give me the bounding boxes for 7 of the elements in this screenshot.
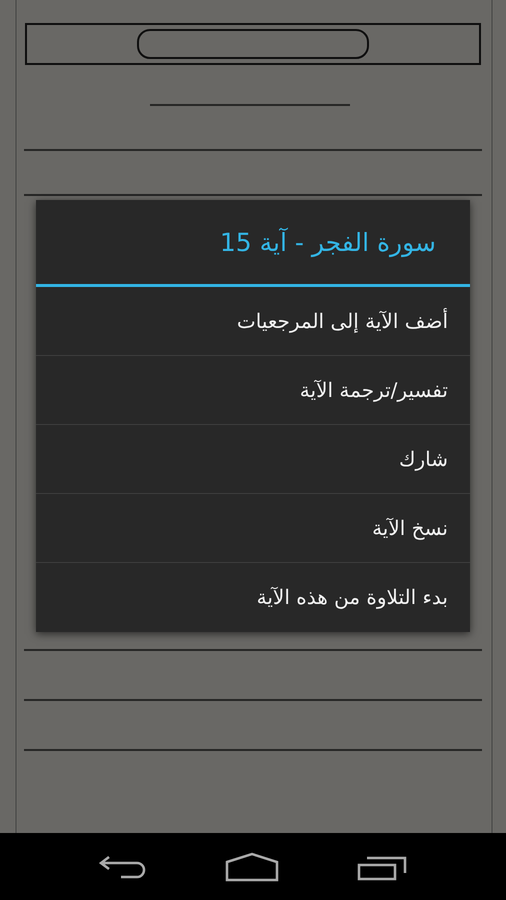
menu-item[interactable]: تفسير/ترجمة الآية xyxy=(36,356,470,424)
menu-item[interactable]: نسخ الآية xyxy=(36,494,470,562)
dialog-title: سورة الفجر - آية 15 xyxy=(36,200,470,286)
menu-item[interactable]: بدء التلاوة من هذه الآية xyxy=(36,562,470,632)
home-icon[interactable] xyxy=(225,852,279,882)
menu-item[interactable]: أضف الآية إلى المرجعيات xyxy=(36,286,470,356)
menu-item[interactable]: شارك xyxy=(36,424,470,494)
